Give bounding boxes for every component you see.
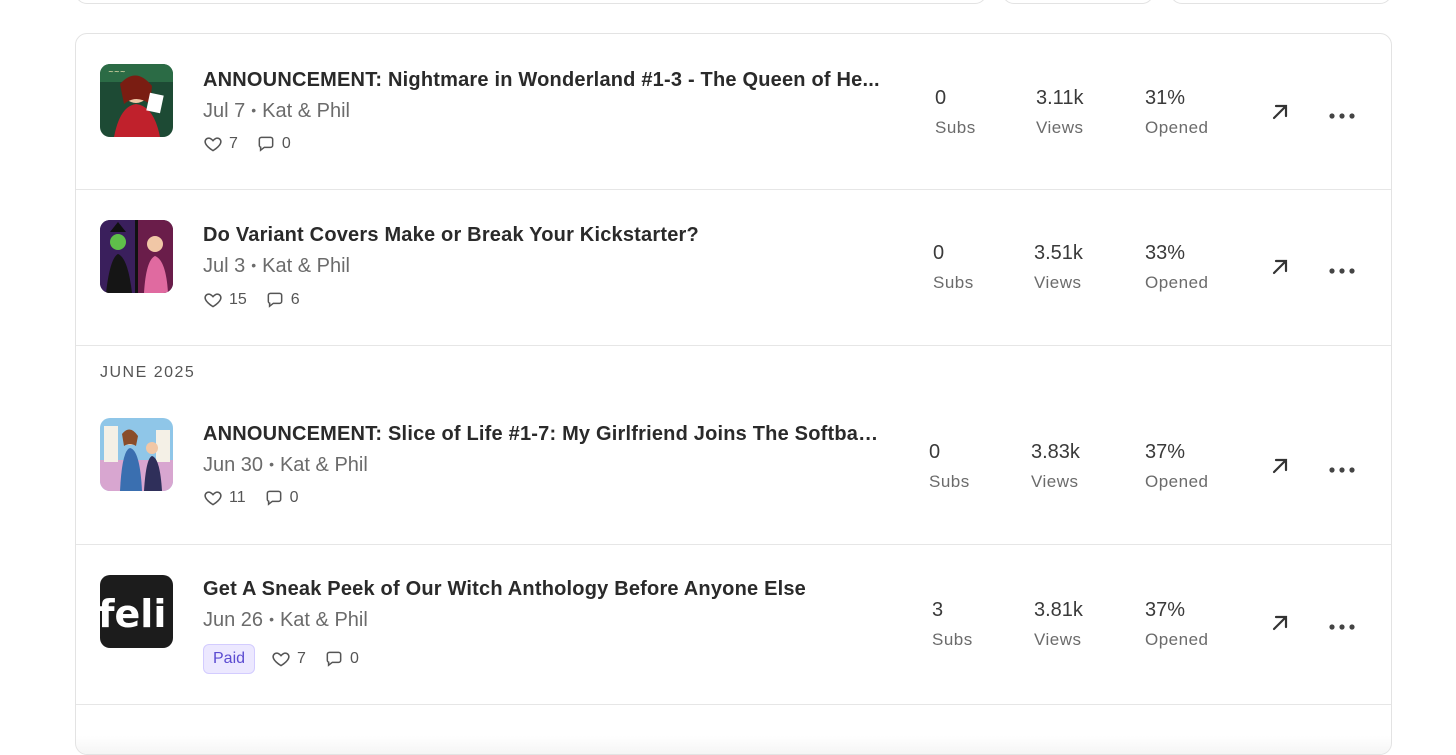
search-field-partial[interactable] (75, 0, 987, 4)
post-date: Jun 26 (203, 609, 264, 631)
subs-value: 0 (935, 87, 947, 109)
views-value: 3.83k (1031, 441, 1080, 463)
views-value: 3.11k (1036, 87, 1084, 109)
views-label: Views (1036, 118, 1084, 137)
post-author: Kat & Phil (262, 100, 350, 122)
posts-list: ~~~ ANNOUNCEMENT: Nightmare in Wonderlan… (75, 33, 1392, 755)
post-author: Kat & Phil (279, 454, 368, 476)
views-label: Views (1034, 630, 1082, 649)
like-count: 7 (229, 135, 238, 152)
sort-button-partial[interactable] (1170, 0, 1392, 4)
comment-count: 0 (281, 135, 291, 152)
svg-text:feli: feli (100, 592, 166, 636)
views-label: Views (1034, 273, 1082, 292)
separator-dot: • (269, 456, 274, 472)
post-meta: Jun 30 • Kat & Phil (203, 454, 368, 477)
opened-label: Opened (1145, 118, 1209, 137)
like-count: 7 (297, 650, 306, 667)
post-author: Kat & Phil (279, 609, 368, 631)
arrow-up-right-icon[interactable] (1268, 454, 1292, 478)
paid-badge: Paid (203, 644, 256, 674)
subs-label: Subs (935, 118, 976, 137)
month-header: JUNE 2025 (100, 364, 196, 381)
opened-value: 37% (1145, 441, 1186, 463)
post-title[interactable]: Do Variant Covers Make or Break Your Kic… (203, 224, 699, 247)
more-horizontal-icon[interactable] (1328, 108, 1356, 119)
heart-icon (271, 649, 291, 669)
comment-count: 0 (289, 489, 299, 506)
post-thumbnail[interactable]: feli (100, 575, 173, 648)
opened-value: 37% (1145, 599, 1186, 621)
separator-dot: • (269, 611, 274, 627)
views-label: Views (1031, 472, 1079, 491)
post-date: Jul 7 (203, 100, 246, 122)
subs-value: 0 (929, 441, 941, 463)
bottom-fade (76, 736, 1391, 754)
post-engagement: 11 0 (203, 488, 299, 508)
post-meta: Jul 3 • Kat & Phil (203, 255, 350, 278)
separator-dot: • (251, 257, 257, 273)
views-value: 3.81k (1034, 599, 1083, 621)
post-meta: Jun 26 • Kat & Phil (203, 609, 368, 632)
more-horizontal-icon[interactable] (1328, 462, 1356, 473)
subs-label: Subs (932, 630, 973, 649)
subs-value: 0 (933, 242, 945, 264)
comment-count: 0 (349, 650, 359, 667)
heart-icon (203, 290, 223, 310)
heart-icon (203, 134, 223, 154)
opened-value: 31% (1145, 87, 1186, 109)
post-date: Jul 3 (203, 255, 246, 277)
post-thumbnail[interactable] (100, 220, 173, 293)
arrow-up-right-icon[interactable] (1268, 100, 1292, 124)
comment-icon (256, 134, 276, 154)
filter-button-partial[interactable] (1002, 0, 1154, 4)
post-engagement: Paid 7 0 (203, 644, 359, 674)
post-row[interactable]: feli Get A Sneak Peek of Our Witch Antho… (76, 544, 1391, 705)
post-row[interactable]: Do Variant Covers Make or Break Your Kic… (76, 189, 1391, 346)
comment-icon (324, 649, 344, 669)
post-row[interactable]: ANNOUNCEMENT: Slice of Life #1-7: My Gir… (76, 387, 1391, 545)
subs-value: 3 (932, 599, 944, 621)
more-horizontal-icon[interactable] (1328, 263, 1356, 274)
comment-count: 6 (290, 291, 300, 308)
like-count: 11 (229, 489, 246, 506)
subs-label: Subs (929, 472, 970, 491)
arrow-up-right-icon[interactable] (1268, 611, 1292, 635)
post-title[interactable]: ANNOUNCEMENT: Slice of Life #1-7: My Gir… (203, 423, 881, 446)
svg-text:~~~: ~~~ (108, 68, 126, 76)
post-engagement: 15 6 (203, 290, 300, 310)
post-thumbnail[interactable]: ~~~ (100, 64, 173, 137)
post-author: Kat & Phil (262, 255, 350, 277)
post-thumbnail[interactable] (100, 418, 173, 491)
opened-label: Opened (1145, 273, 1209, 292)
arrow-up-right-icon[interactable] (1268, 255, 1292, 279)
post-row[interactable]: ~~~ ANNOUNCEMENT: Nightmare in Wonderlan… (76, 34, 1391, 190)
subs-label: Subs (933, 273, 974, 292)
opened-label: Opened (1145, 630, 1209, 649)
like-count: 15 (229, 291, 247, 308)
views-value: 3.51k (1034, 242, 1083, 264)
opened-label: Opened (1145, 472, 1209, 491)
post-meta: Jul 7 • Kat & Phil (203, 100, 350, 123)
opened-value: 33% (1145, 242, 1186, 264)
separator-dot: • (251, 102, 257, 118)
heart-icon (203, 488, 223, 508)
post-title[interactable]: ANNOUNCEMENT: Nightmare in Wonderland #1… (203, 69, 880, 92)
post-engagement: 7 0 (203, 134, 291, 154)
more-horizontal-icon[interactable] (1328, 619, 1356, 630)
comment-icon (264, 488, 284, 508)
post-date: Jun 30 (203, 454, 264, 476)
post-title[interactable]: Get A Sneak Peek of Our Witch Anthology … (203, 578, 806, 601)
comment-icon (265, 290, 285, 310)
